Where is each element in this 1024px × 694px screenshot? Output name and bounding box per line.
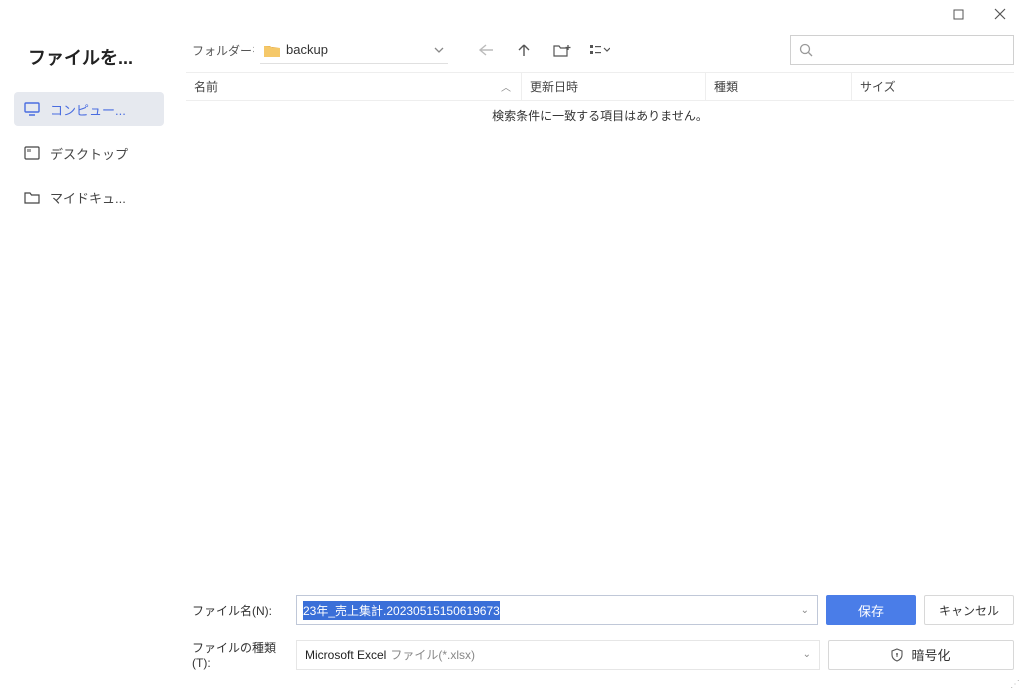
- path-text: backup: [286, 42, 328, 57]
- filename-row: ファイル名(N): 23年_売上集計.20230515150619673 ⌄ 保…: [192, 595, 1014, 625]
- dialog-body: ファイルを... コンピュー... デスクトップ マイドキュ...: [0, 28, 1024, 694]
- filetype-sub: ファイル(*.xlsx): [390, 646, 475, 663]
- folder-icon: [264, 43, 280, 57]
- header-name[interactable]: 名前 ︿: [186, 73, 522, 100]
- save-button[interactable]: 保存: [826, 595, 916, 625]
- search-box[interactable]: [790, 35, 1014, 65]
- window-titlebar: [0, 0, 1024, 28]
- column-headers: 名前 ︿ 更新日時 種類 サイズ: [186, 73, 1014, 101]
- filetype-row: ファイルの種類(T): Microsoft Excel ファイル(*.xlsx)…: [192, 639, 1014, 670]
- save-button-label: 保存: [858, 601, 884, 620]
- form-area: ファイル名(N): 23年_売上集計.20230515150619673 ⌄ 保…: [178, 579, 1014, 694]
- sidebar: ファイルを... コンピュー... デスクトップ マイドキュ...: [0, 28, 178, 694]
- header-name-label: 名前: [194, 78, 218, 95]
- view-options-button[interactable]: [584, 36, 616, 64]
- header-type-label: 種類: [714, 78, 738, 95]
- file-list: 名前 ︿ 更新日時 種類 サイズ 検索条件に一致する項目はありません。: [186, 72, 1014, 579]
- encrypt-button-label: 暗号化: [911, 645, 950, 664]
- path-dropdown[interactable]: backup: [260, 36, 448, 64]
- empty-message: 検索条件に一致する項目はありません。: [186, 101, 1014, 124]
- header-size-label: サイズ: [860, 78, 896, 95]
- sidebar-item-label: コンピュー...: [50, 100, 126, 119]
- sidebar-item-desktop[interactable]: デスクトップ: [14, 136, 164, 170]
- up-button[interactable]: [508, 36, 540, 64]
- filename-input[interactable]: 23年_売上集計.20230515150619673 ⌄: [296, 595, 818, 625]
- search-icon: [799, 43, 813, 57]
- sidebar-item-label: マイドキュ...: [50, 188, 126, 207]
- save-dialog: ファイルを... コンピュー... デスクトップ マイドキュ...: [0, 0, 1024, 694]
- sidebar-item-computer[interactable]: コンピュー...: [14, 92, 164, 126]
- shield-icon: [891, 648, 903, 662]
- sidebar-item-label: デスクトップ: [50, 144, 128, 163]
- folder-icon: [24, 189, 40, 205]
- back-button[interactable]: [470, 36, 502, 64]
- encrypt-button[interactable]: 暗号化: [828, 640, 1014, 670]
- close-button[interactable]: [980, 2, 1020, 26]
- folder-label: フォルダーをえ: [192, 42, 254, 59]
- sort-caret-icon: ︿: [501, 79, 511, 94]
- toolbar: フォルダーをえ backup: [178, 28, 1014, 72]
- chevron-down-icon: ⌄: [803, 649, 811, 660]
- dialog-title: ファイルを...: [6, 38, 172, 84]
- filename-value: 23年_売上集計.20230515150619673: [303, 601, 500, 620]
- header-type[interactable]: 種類: [706, 73, 852, 100]
- desktop-icon: [24, 145, 40, 161]
- chevron-down-icon: [434, 47, 444, 53]
- maximize-button[interactable]: [938, 2, 978, 26]
- chevron-down-icon: ⌄: [801, 605, 809, 616]
- resize-grip[interactable]: ⋰: [1010, 679, 1020, 690]
- header-size[interactable]: サイズ: [852, 73, 1014, 100]
- header-date-label: 更新日時: [530, 78, 578, 95]
- cancel-button[interactable]: キャンセル: [924, 595, 1014, 625]
- monitor-icon: [24, 101, 40, 117]
- search-input[interactable]: [819, 43, 1005, 58]
- cancel-button-label: キャンセル: [939, 602, 999, 619]
- sidebar-item-documents[interactable]: マイドキュ...: [14, 180, 164, 214]
- filetype-main: Microsoft Excel: [305, 648, 386, 662]
- filetype-select[interactable]: Microsoft Excel ファイル(*.xlsx) ⌄: [296, 640, 820, 670]
- content-area: フォルダーをえ backup: [178, 28, 1024, 694]
- new-folder-button[interactable]: [546, 36, 578, 64]
- header-date[interactable]: 更新日時: [522, 73, 706, 100]
- filetype-label: ファイルの種類(T):: [192, 639, 288, 670]
- filename-label: ファイル名(N):: [192, 602, 288, 619]
